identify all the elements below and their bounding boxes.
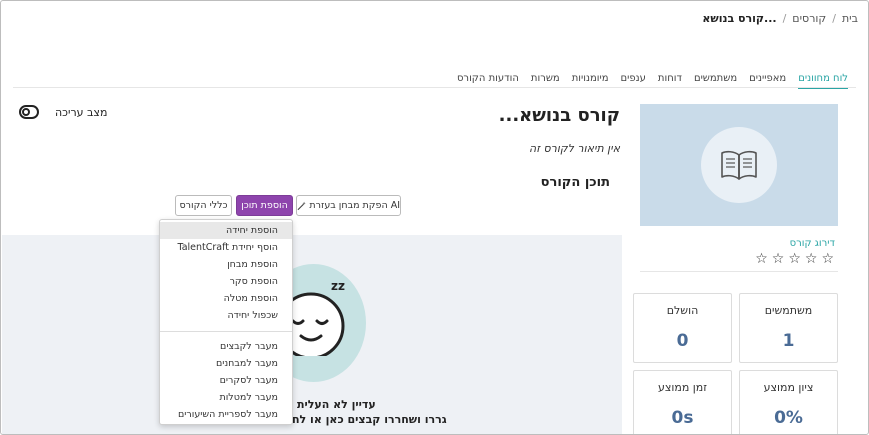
menu-go-lesson-library[interactable]: מעבר לספריית השיעורים — [160, 406, 292, 423]
menu-go-assignments[interactable]: מעבר למטלות — [160, 389, 292, 406]
course-description: אין תיאור לקורס זה — [529, 142, 620, 155]
menu-go-files[interactable]: מעבר לקבצים — [160, 338, 292, 355]
toggle-icon[interactable] — [19, 105, 39, 119]
add-content-menu: הוספת יחידה הוסף יחידת TalentCraft הוספת… — [159, 219, 293, 425]
course-content-heading: תוכן הקורס — [540, 175, 610, 190]
menu-add-assignment[interactable]: הוספת מטלה — [160, 290, 292, 307]
menu-add-test[interactable]: הוספת מבחן — [160, 256, 292, 273]
star-icon[interactable]: ☆ — [772, 251, 785, 267]
star-icon[interactable]: ☆ — [755, 251, 768, 267]
empty-state-hint: גררו ושחררו קבצים כאן או לח — [292, 413, 447, 426]
add-content-button[interactable]: הוספת תוכן — [236, 195, 293, 216]
star-icon[interactable]: ☆ — [805, 251, 818, 267]
course-title: קורס בנושא... — [498, 105, 620, 126]
course-tools-button[interactable]: כללי הקורס — [175, 195, 232, 216]
menu-go-surveys[interactable]: מעבר לסקרים — [160, 372, 292, 389]
course-cover-image — [640, 104, 838, 226]
stat-completed-label: הושלם — [666, 304, 699, 317]
star-icon[interactable]: ☆ — [821, 251, 834, 267]
stat-users: משתמשים 1 — [739, 293, 838, 363]
stat-avg-time-label: זמן ממוצע — [657, 381, 708, 394]
empty-state-title: עדיין לא העלית — [297, 398, 376, 411]
stat-users-value: 1 — [782, 331, 795, 351]
magic-wand-icon — [297, 201, 306, 210]
sleep-zz-text: zz — [331, 279, 345, 293]
menu-go-tests[interactable]: מעבר למבחנים — [160, 355, 292, 372]
cover-circle — [701, 127, 777, 203]
ai-quiz-button[interactable]: הפקת מבחן בעזרת AI — [296, 195, 401, 216]
edit-mode-label: מצב עריכה — [55, 105, 108, 119]
menu-divider — [160, 331, 292, 332]
tabs-divider — [13, 87, 856, 88]
edit-mode-toggle[interactable]: מצב עריכה — [19, 105, 107, 119]
stat-avg-time: זמן ממוצע 0s — [633, 370, 732, 434]
stat-completed: הושלם 0 — [633, 293, 732, 363]
stat-avg-grade-label: ציון ממוצע — [763, 381, 814, 394]
app-window: בית / קורסים / קורס בנושא... לוח מחוונים… — [0, 0, 869, 435]
stat-completed-value: 0 — [676, 331, 689, 351]
stat-avg-time-value: 0s — [671, 408, 694, 428]
breadcrumb: בית / קורסים / קורס בנושא... — [702, 12, 858, 25]
menu-add-survey[interactable]: הוספת סקר — [160, 273, 292, 290]
menu-clone-unit[interactable]: שכפול יחידה — [160, 307, 292, 324]
sidebar-divider — [640, 271, 838, 272]
rate-course-link[interactable]: דירוג קורס — [790, 238, 835, 249]
rating-stars: ☆ ☆ ☆ ☆ ☆ — [755, 251, 834, 267]
menu-add-talentcraft-unit[interactable]: הוסף יחידת TalentCraft — [160, 239, 292, 256]
ai-quiz-label: הפקת מבחן בעזרת AI — [309, 200, 400, 211]
breadcrumb-courses[interactable]: קורסים — [792, 12, 826, 25]
menu-add-unit[interactable]: הוספת יחידה — [160, 222, 292, 239]
stat-avg-grade-value: 0% — [774, 408, 803, 428]
breadcrumb-home[interactable]: בית — [842, 12, 858, 25]
stat-users-label: משתמשים — [764, 304, 813, 317]
star-icon[interactable]: ☆ — [788, 251, 801, 267]
stat-avg-grade: ציון ממוצע 0% — [739, 370, 838, 434]
breadcrumb-current: קורס בנושא... — [702, 12, 777, 25]
book-icon — [721, 150, 757, 180]
